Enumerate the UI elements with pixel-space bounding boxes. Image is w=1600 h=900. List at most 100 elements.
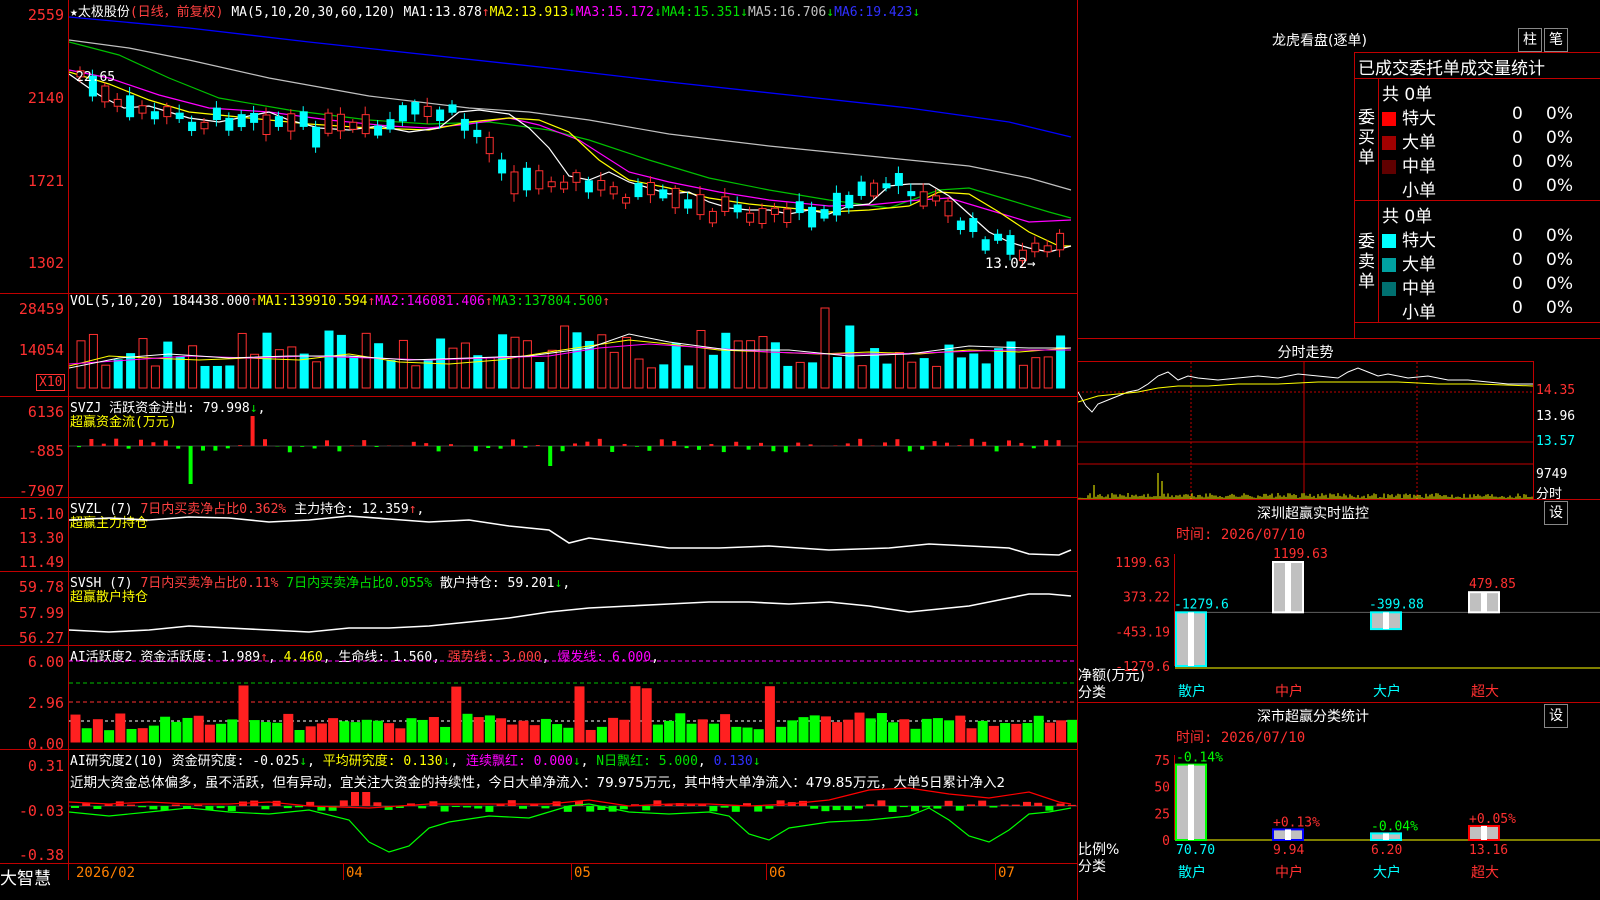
bar-value: -1279.6: [1174, 597, 1229, 612]
volume-bar: [138, 338, 148, 389]
volume-bar: [1031, 357, 1041, 389]
activity-bar: [216, 723, 227, 743]
volume-chart[interactable]: [69, 294, 1077, 396]
volume-bar: [671, 343, 681, 389]
volume-bar: [969, 353, 979, 389]
ai-activity-chart[interactable]: [69, 646, 1077, 749]
activity-bar: [484, 715, 495, 743]
row-pct: 0%: [1546, 176, 1573, 196]
row-count: 0: [1512, 176, 1523, 196]
volume-bar: [473, 355, 483, 389]
x-tick: 05: [574, 865, 591, 881]
y-tick: 1199.63: [1115, 556, 1170, 571]
flow-bar: [796, 442, 801, 446]
volume-bar: [907, 361, 917, 389]
candle: [510, 171, 519, 195]
candle: [969, 218, 978, 233]
candle: [708, 210, 717, 224]
y-tick: 0.00: [27, 735, 64, 753]
bar-value: 13.16: [1469, 843, 1508, 858]
intraday-chart[interactable]: [1078, 362, 1533, 499]
row-count: 0: [1512, 250, 1523, 270]
flow-bar: [263, 439, 267, 446]
row-pct: 0%: [1546, 104, 1573, 124]
y-tick: 1302: [27, 254, 64, 272]
svzl-chart[interactable]: [69, 498, 1077, 571]
flow-bar: [349, 445, 354, 446]
candle: [1031, 242, 1040, 253]
flow-bar: [672, 441, 677, 446]
activity-bar: [574, 686, 585, 743]
sz-stat-chart[interactable]: 75 50 25 0 -0.14% 70.70 散户 +0.13% 9.94 中户 -0.04% 6.…: [1078, 703, 1600, 900]
activity-bar: [283, 713, 294, 743]
row-count: 0: [1512, 298, 1523, 318]
volume-bar: [386, 360, 396, 389]
candlestick-chart[interactable]: [69, 0, 1077, 293]
activity-bar: [148, 725, 159, 743]
tick-view-button[interactable]: 笔: [1544, 28, 1568, 52]
research-bar: [171, 804, 180, 806]
svzj-chart[interactable]: [69, 397, 1077, 497]
flow-bar: [101, 443, 106, 446]
volume-bar: [113, 359, 123, 389]
candle: [485, 136, 494, 155]
y-tick: 28459: [18, 300, 64, 318]
bar-highlight: [1285, 829, 1291, 840]
activity-bar: [249, 720, 260, 743]
flow-bar: [771, 446, 776, 452]
research-bar: [1034, 802, 1043, 806]
activity-bar: [944, 720, 955, 743]
activity-bar: [977, 720, 988, 743]
research-bar: [967, 804, 975, 806]
y-tick: 13.30: [18, 529, 64, 547]
x-tick-mark: [343, 864, 344, 880]
price-tick: 13.96: [1536, 409, 1576, 424]
bar-delta: +0.13%: [1273, 815, 1320, 830]
candle: [324, 112, 333, 134]
chart-area[interactable]: 2559 2140 1721 1302 ★太极股份(日线，前复权) MA(5,1…: [0, 0, 1078, 900]
volume-bar: [411, 365, 421, 389]
lhkp-subtitle: 已成交委托单成交量统计: [1358, 59, 1545, 79]
candle: [832, 192, 841, 216]
candle: [932, 195, 941, 202]
research-bar: [194, 804, 203, 806]
bar-view-button[interactable]: 柱: [1518, 28, 1542, 52]
ai2-line: [69, 787, 1072, 809]
ai-research-chart[interactable]: [69, 750, 1077, 863]
activity-bar: [92, 719, 103, 743]
intraday-panel[interactable]: 分时走势 14.35 13.96 13.57 9749 分时: [1078, 339, 1600, 502]
buy-total: 共 0单: [1382, 85, 1433, 105]
activity-bar: [428, 717, 439, 743]
flow-bar: [1044, 440, 1049, 446]
flow-bar: [845, 443, 850, 446]
flow-bar: [883, 442, 887, 446]
volume-bar: [832, 357, 842, 389]
flow-bar: [300, 446, 305, 447]
candle: [113, 98, 122, 107]
volume-bar: [262, 332, 272, 389]
volume-bar: [572, 332, 582, 389]
volume-bar: [994, 348, 1004, 389]
candle: [671, 187, 680, 209]
bar-delta: -0.04%: [1371, 819, 1418, 834]
divider: [0, 863, 1078, 864]
buy-side-label: 委买单: [1358, 108, 1375, 168]
flow-bar: [709, 443, 714, 446]
flow-bar: [783, 446, 788, 453]
svsh-chart[interactable]: [69, 572, 1077, 645]
row-label: 大单: [1402, 133, 1436, 153]
sz-monitor-chart[interactable]: 1199.63 373.22 -453.19 -1279.6 -1279.6 散户 1199…: [1078, 500, 1600, 702]
activity-bar: [630, 686, 641, 743]
bar-value: 9.94: [1273, 843, 1304, 858]
activity-bar: [921, 718, 932, 743]
vol-unit: X10: [36, 374, 66, 391]
divider: [1354, 52, 1355, 338]
x-tick: 06: [769, 865, 786, 881]
activity-bar: [619, 719, 630, 743]
flow-bar: [982, 441, 987, 446]
activity-bar: [742, 727, 753, 743]
volume-bar: [882, 363, 892, 389]
activity-bar: [417, 719, 428, 743]
activity-bar: [126, 728, 137, 743]
candle: [361, 114, 370, 135]
